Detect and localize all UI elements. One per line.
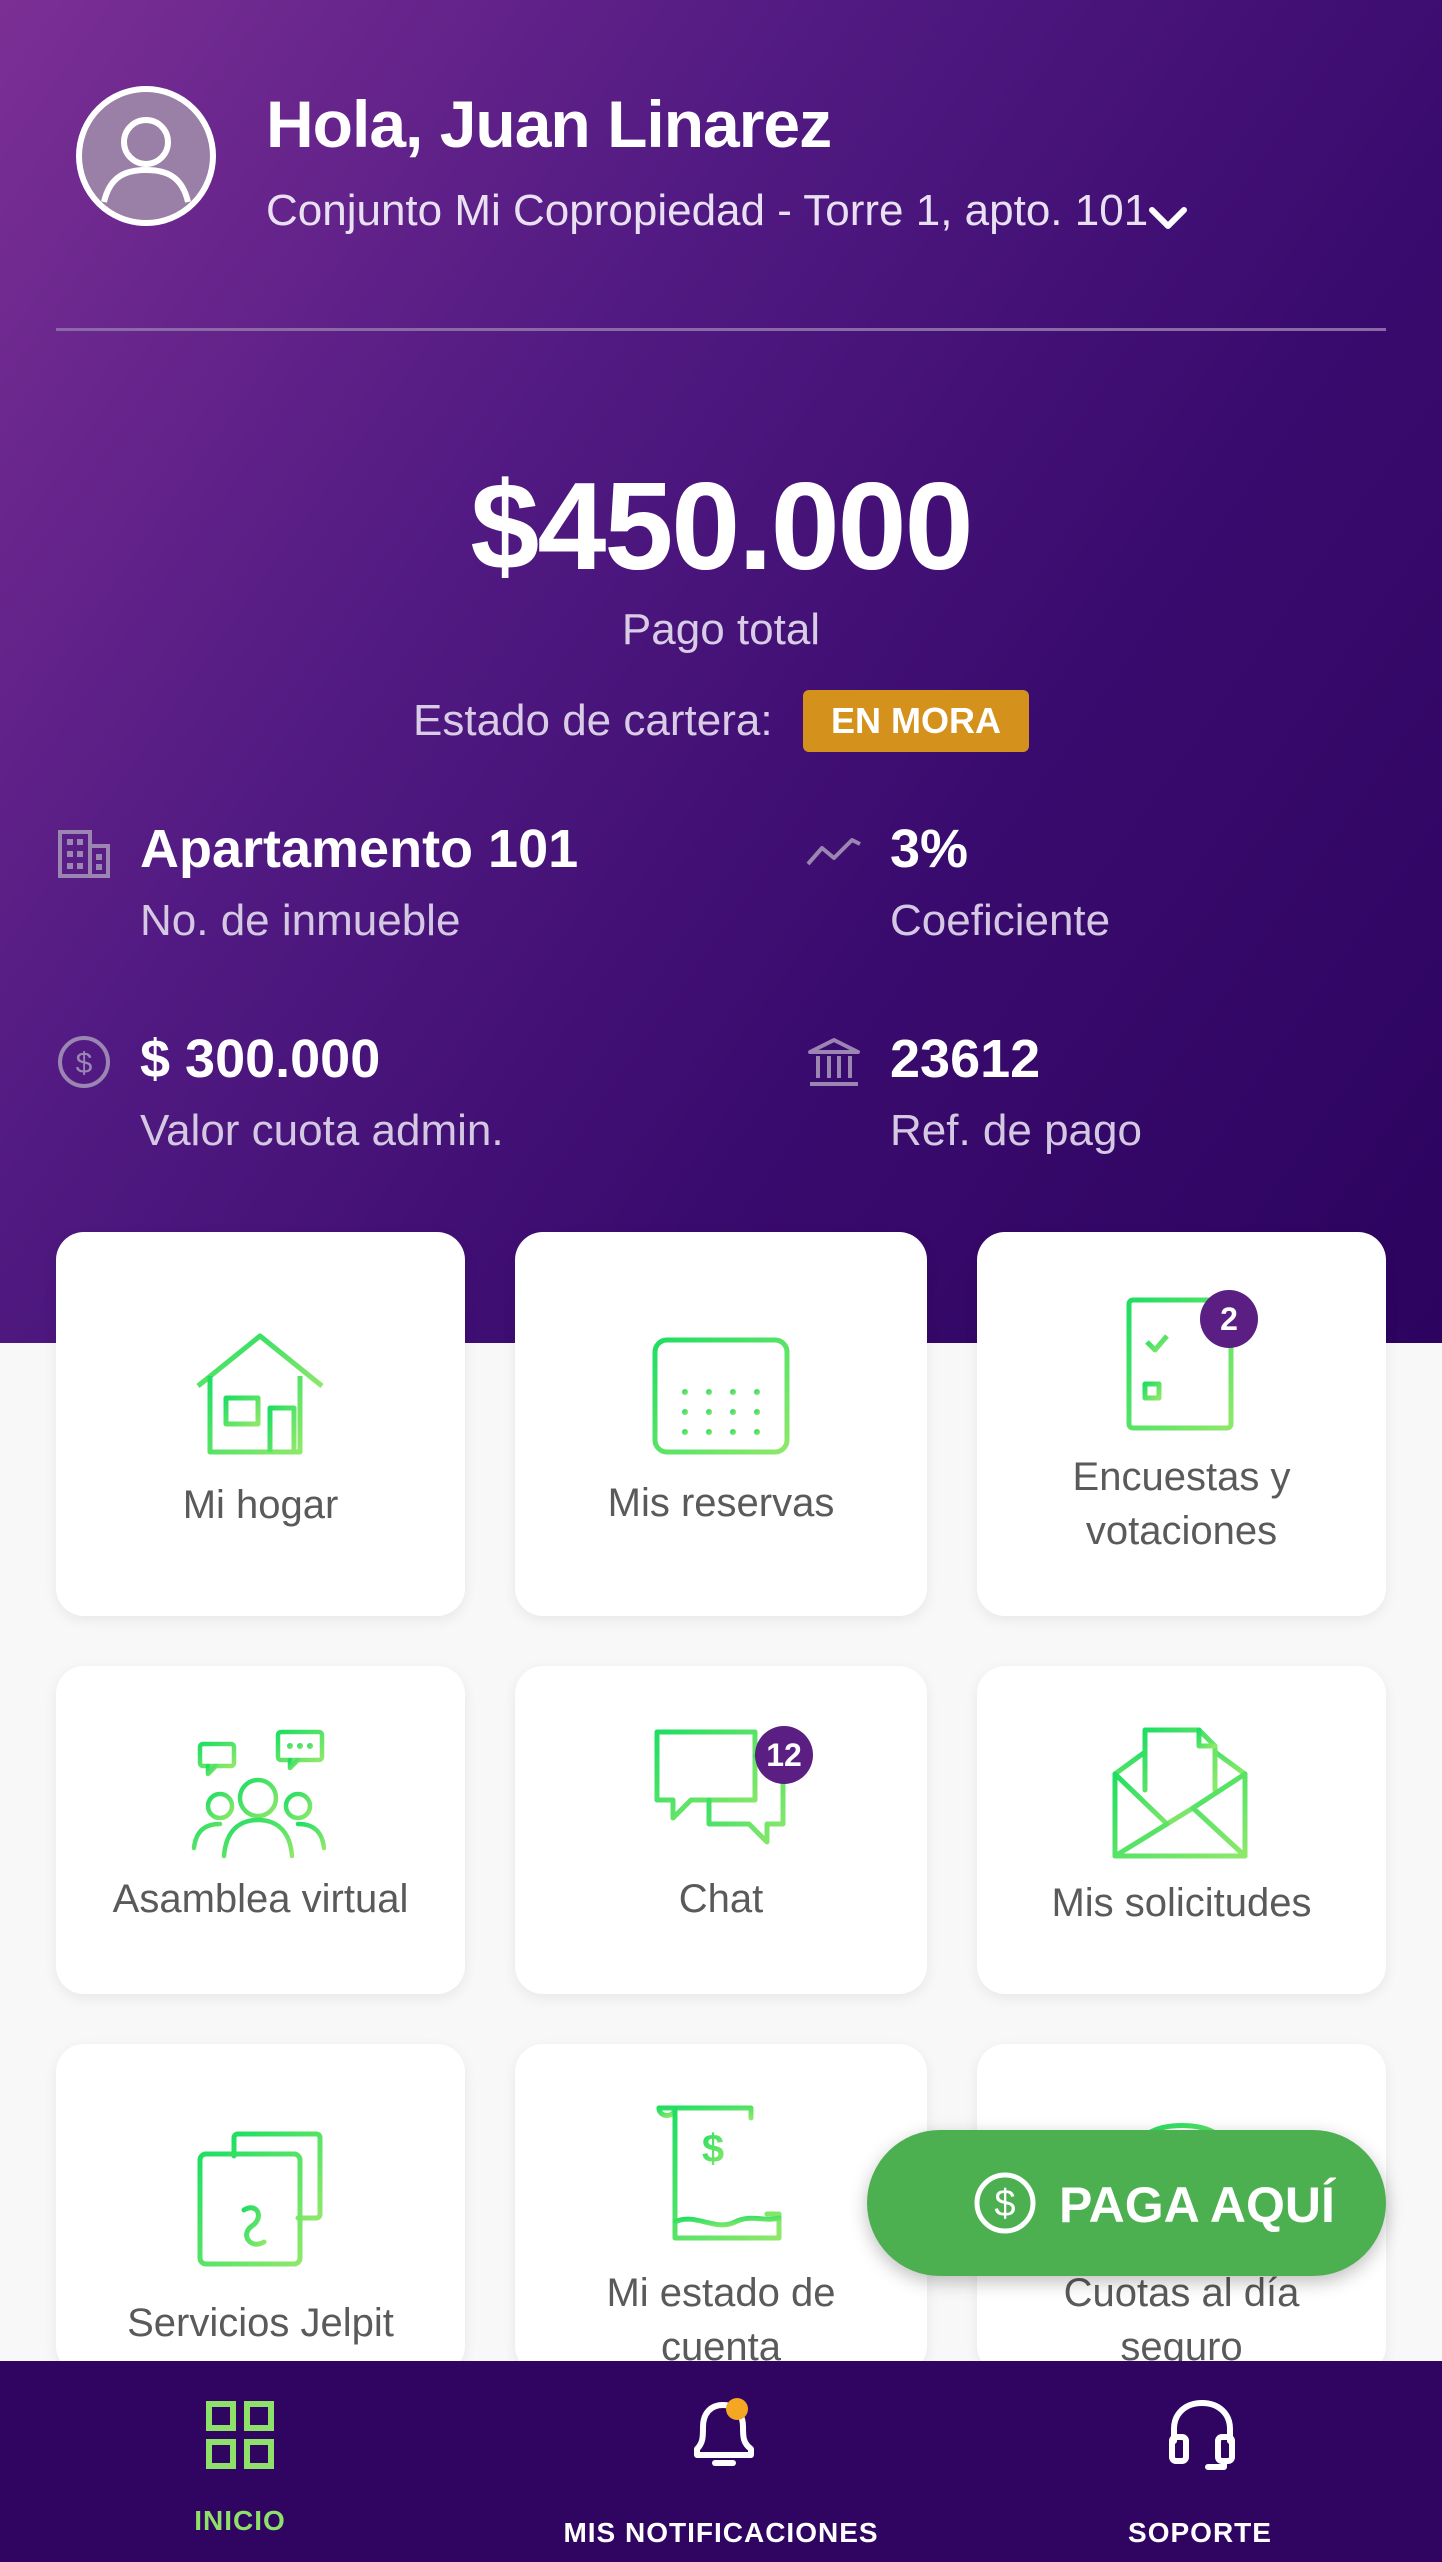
header-divider	[56, 328, 1386, 331]
menu-card-label: Cuotas al día seguro	[1063, 2271, 1300, 2369]
nav-label: SOPORTE	[1128, 2517, 1272, 2548]
info-label: Ref. de pago	[890, 1106, 1142, 1155]
menu-card-label: Mis reservas	[607, 1481, 835, 1525]
info-label: Valor cuota admin.	[140, 1106, 504, 1155]
menu-card-estado-cuenta[interactable]: $ Mi estado de cuenta	[515, 2044, 927, 2374]
dollar-circle-icon: $	[974, 2172, 1036, 2234]
menu-card-label: Encuestas y votaciones	[1072, 1455, 1291, 1553]
services-icon	[197, 2131, 323, 2267]
bell-icon	[694, 2398, 754, 2466]
menu-card-asamblea[interactable]: Asamblea virtual	[56, 1666, 465, 1994]
nav-item-soporte[interactable]: SOPORTE	[1040, 2361, 1360, 2562]
calendar-icon	[652, 1326, 790, 1455]
svg-text:$: $	[994, 2183, 1015, 2225]
notification-count-badge: 12	[755, 1726, 813, 1784]
envelope-icon	[1112, 1727, 1248, 1859]
total-amount: $450.000	[470, 458, 973, 596]
menu-card-label: Servicios Jelpit	[127, 2301, 394, 2345]
total-amount-label: Pago total	[621, 605, 821, 654]
info-label: Coeficiente	[890, 896, 1111, 945]
menu-card-label: Asamblea virtual	[112, 1877, 409, 1921]
info-value: 3%	[890, 819, 969, 879]
bottom-navigation: INICIO MIS NOTIFICACIONES SOPORTE	[0, 2361, 1442, 2562]
property-selector-label[interactable]: Conjunto Mi Copropiedad - Torre 1, apto.…	[266, 186, 1148, 236]
estado-cartera-row: Estado de cartera: EN MORA	[0, 690, 1442, 752]
notification-count-badge: 2	[1200, 1290, 1258, 1348]
menu-card-label: Chat	[678, 1877, 764, 1921]
dollar-circle-icon: $	[58, 1036, 110, 1088]
menu-card-mi-hogar[interactable]: Mi hogar	[56, 1232, 465, 1616]
pay-here-button[interactable]: $ PAGA AQUÍ	[867, 2130, 1386, 2276]
menu-card-solicitudes[interactable]: Mis solicitudes	[977, 1666, 1386, 1994]
svg-text:$: $	[76, 1047, 93, 1080]
hero-header: Hola, Juan Linarez Conjunto Mi Copropied…	[0, 0, 1442, 1343]
nav-item-inicio[interactable]: INICIO	[80, 2361, 400, 2562]
bank-icon	[808, 1038, 860, 1086]
user-avatar-icon[interactable]	[76, 86, 216, 226]
greeting-title: Hola, Juan Linarez	[266, 87, 832, 161]
nav-item-notificaciones[interactable]: MIS NOTIFICACIONES	[521, 2361, 921, 2562]
headset-icon	[1169, 2400, 1235, 2470]
menu-card-label: Mi hogar	[182, 1483, 339, 1527]
grid-icon	[206, 2401, 274, 2469]
info-value: Apartamento 101	[140, 819, 579, 879]
status-badge: EN MORA	[803, 690, 1029, 752]
building-icon	[58, 830, 110, 878]
info-value: $ 300.000	[140, 1029, 381, 1089]
pay-here-label: PAGA AQUÍ	[1059, 2177, 1335, 2233]
chevron-down-icon[interactable]	[1146, 196, 1190, 240]
nav-label: MIS NOTIFICACIONES	[563, 2517, 879, 2548]
info-label: No. de inmueble	[140, 896, 461, 945]
receipt-icon: $	[656, 2105, 782, 2241]
trend-icon	[806, 838, 861, 866]
svg-text:$: $	[702, 2127, 724, 2171]
menu-card-label: Mi estado de cuenta	[606, 2271, 836, 2369]
assembly-icon	[191, 1729, 327, 1859]
house-icon	[196, 1333, 324, 1455]
estado-cartera-label: Estado de cartera:	[413, 696, 773, 745]
menu-card-encuestas[interactable]: 2 Encuestas y votaciones	[977, 1232, 1386, 1616]
menu-card-chat[interactable]: 12 Chat	[515, 1666, 927, 1994]
menu-card-servicios-jelpit[interactable]: Servicios Jelpit	[56, 2044, 465, 2374]
menu-card-label: Mis solicitudes	[1051, 1881, 1312, 1925]
menu-card-mis-reservas[interactable]: Mis reservas	[515, 1232, 927, 1616]
info-value: 23612	[890, 1029, 1041, 1089]
nav-label: INICIO	[194, 2505, 286, 2536]
